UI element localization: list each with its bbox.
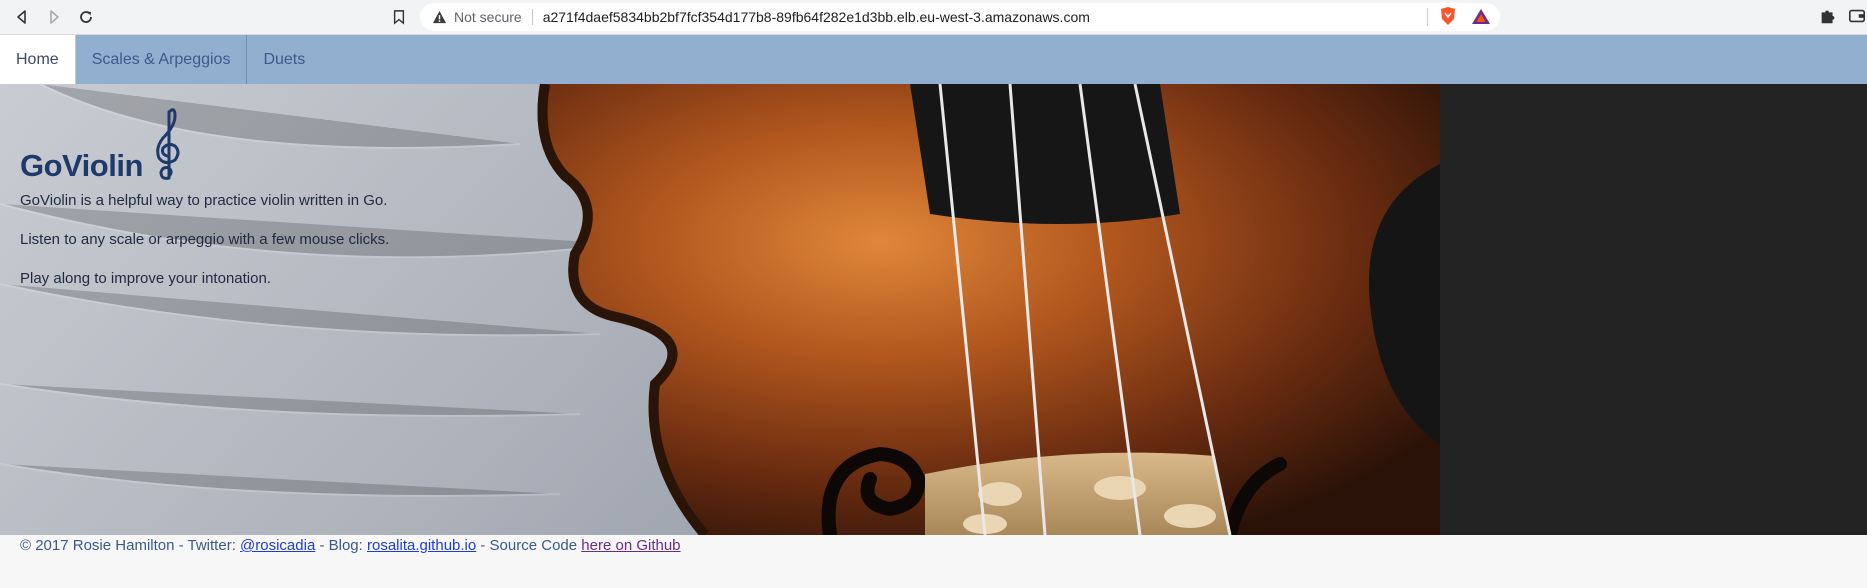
blog-link[interactable]: rosalita.github.io: [367, 537, 476, 554]
site-navbar: Home Scales & Arpeggios Duets: [0, 35, 1867, 84]
warning-icon: [430, 8, 448, 26]
brave-shields-icon[interactable]: [1437, 5, 1459, 27]
extensions-icon[interactable]: [1818, 6, 1840, 28]
url-text[interactable]: a271f4daef5834bb2bf7fcf354d177b8-89fb64f…: [543, 9, 1090, 25]
footer-copyright: © 2017 Rosie Hamilton - Twitter:: [20, 537, 241, 554]
treble-clef-icon: [151, 104, 185, 184]
page-title: GoViolin: [20, 148, 143, 183]
tab-duets[interactable]: Duets: [247, 35, 321, 84]
hero-text: GoViolin GoViolin is a helpful way to pr…: [20, 104, 389, 287]
address-bar[interactable]: Not secure a271f4daef5834bb2bf7fcf354d17…: [420, 3, 1500, 31]
rewards-icon[interactable]: [1470, 6, 1492, 28]
bookmark-icon[interactable]: [388, 6, 410, 28]
github-link[interactable]: here on Github: [581, 537, 680, 554]
reload-icon[interactable]: [74, 5, 98, 29]
back-icon[interactable]: [10, 5, 34, 29]
tab-scales-arpeggios[interactable]: Scales & Arpeggios: [76, 35, 248, 84]
twitter-link[interactable]: @rosicadia: [240, 537, 315, 554]
dark-panel: [1440, 84, 1867, 535]
wallet-icon[interactable]: [1848, 6, 1867, 28]
footer-source-label: - Source Code: [476, 537, 582, 554]
hero-line-2: Listen to any scale or arpeggio with a f…: [20, 231, 390, 248]
hero-line-3: Play along to improve your intonation.: [20, 270, 271, 287]
toolbar-divider: [1427, 8, 1428, 26]
hero-line-1: GoViolin is a helpful way to practice vi…: [20, 192, 388, 209]
footer-blog-label: - Blog:: [315, 537, 367, 554]
url-separator: [531, 9, 533, 25]
browser-toolbar: Not secure a271f4daef5834bb2bf7fcf354d17…: [0, 0, 1867, 35]
hero-banner: GoViolin GoViolin is a helpful way to pr…: [0, 84, 1440, 535]
tab-home[interactable]: Home: [0, 35, 76, 84]
security-label: Not secure: [454, 9, 522, 25]
forward-icon[interactable]: [42, 5, 66, 29]
footer: © 2017 Rosie Hamilton - Twitter: @rosica…: [20, 537, 681, 554]
